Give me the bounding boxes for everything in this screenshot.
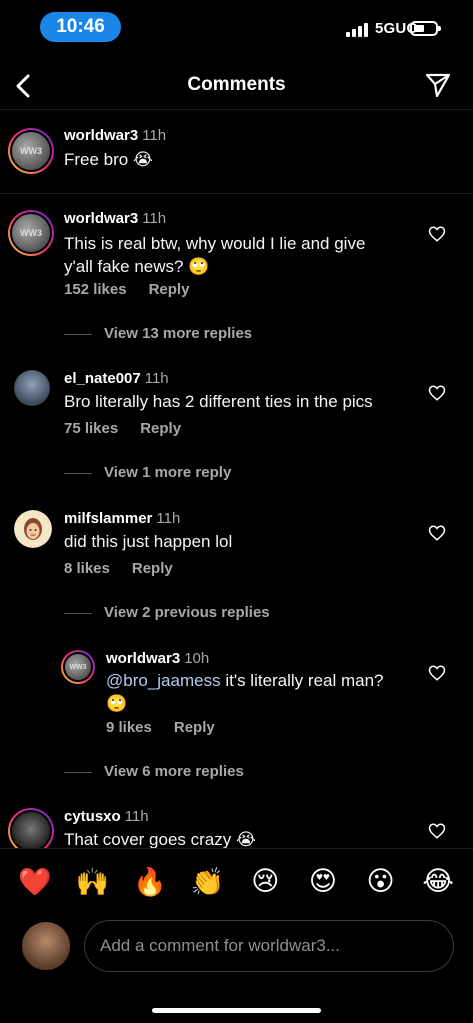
comment-username[interactable]: worldwar3 11h — [64, 210, 166, 227]
heart-icon[interactable] — [428, 384, 446, 402]
reply-button[interactable]: Reply — [140, 420, 181, 437]
mention-link[interactable]: @bro_jaamess — [106, 671, 221, 690]
reaction-fire[interactable]: 🔥 — [127, 866, 173, 898]
heart-icon[interactable] — [428, 524, 446, 542]
reply-button[interactable]: Reply — [174, 719, 215, 736]
reaction-raising-hands[interactable]: 🙌 — [69, 866, 115, 898]
likes-count[interactable]: 152 likes — [64, 281, 127, 298]
memoji-face-icon — [24, 518, 42, 540]
reaction-clap[interactable]: 👏 — [185, 866, 231, 898]
heart-icon[interactable] — [428, 225, 446, 243]
avatar[interactable] — [14, 510, 52, 548]
comment-meta: 152 likes Reply — [64, 281, 189, 298]
comment-username[interactable]: el_nate007 11h — [64, 370, 169, 387]
reaction-cry[interactable]: 😢 — [242, 866, 288, 897]
reaction-laugh[interactable]: 😂 — [415, 866, 461, 897]
likes-count[interactable]: 75 likes — [64, 420, 118, 437]
reply-button[interactable]: Reply — [132, 560, 173, 577]
quick-reactions-bar: ❤️ 🙌 🔥 👏 😢 😍 😮 😂 — [0, 848, 473, 914]
reply-text: @bro_jaamess it's literally real man? 🙄 — [106, 671, 384, 713]
status-bar: 10:46 5GUC — [0, 0, 473, 56]
view-replies-button[interactable]: View 2 previous replies — [64, 604, 270, 621]
avatar[interactable] — [14, 370, 50, 406]
avatar[interactable]: WW3 — [61, 650, 95, 684]
reaction-heart-eyes[interactable]: 😍 — [300, 866, 346, 897]
comment-text: This is real btw, why would I lie and gi… — [64, 234, 366, 276]
share-button[interactable] — [421, 68, 455, 102]
reply-meta: 9 likes Reply — [106, 719, 215, 736]
header: Comments — [0, 62, 473, 110]
paper-plane-icon — [425, 73, 451, 98]
battery-icon — [410, 21, 441, 36]
avatar[interactable]: WW3 — [8, 128, 54, 174]
comment-text: That cover goes crazy 😭 — [64, 830, 256, 848]
reaction-surprised[interactable]: 😮 — [358, 866, 404, 897]
comments-list[interactable]: WW3 worldwar3 11h Free bro 😭 WW3 worldwar… — [0, 112, 473, 848]
avatar[interactable] — [8, 808, 54, 848]
caption-username[interactable]: worldwar3 11h — [64, 127, 166, 144]
post-caption: WW3 worldwar3 11h Free bro 😭 — [0, 112, 473, 194]
likes-count[interactable]: 9 likes — [106, 719, 152, 736]
status-time[interactable]: 10:46 — [40, 12, 121, 42]
likes-count[interactable]: 8 likes — [64, 560, 110, 577]
reply-button[interactable]: Reply — [149, 281, 190, 298]
comment-input[interactable] — [84, 920, 454, 972]
comment-composer — [0, 914, 473, 984]
page-title: Comments — [187, 74, 286, 95]
heart-icon[interactable] — [428, 664, 446, 682]
view-replies-button[interactable]: View 1 more reply — [64, 464, 231, 481]
comment-text: did this just happen lol — [64, 532, 233, 551]
comment-username[interactable]: cytusxo 11h — [64, 808, 149, 825]
heart-icon[interactable] — [428, 822, 446, 840]
my-avatar — [20, 920, 72, 972]
home-indicator[interactable] — [152, 1008, 321, 1013]
comment-text: Bro literally has 2 different ties in th… — [64, 392, 373, 411]
reply-username[interactable]: worldwar3 10h — [106, 650, 209, 667]
avatar[interactable]: WW3 — [8, 210, 54, 256]
view-replies-button[interactable]: View 6 more replies — [64, 763, 244, 780]
reaction-heart[interactable]: ❤️ — [12, 866, 58, 898]
comment-meta: 8 likes Reply — [64, 560, 173, 577]
comment-username[interactable]: milfslammer 11h — [64, 510, 180, 527]
caption-text: Free bro 😭 — [64, 150, 153, 169]
view-replies-button[interactable]: View 13 more replies — [64, 325, 252, 342]
signal-icon — [346, 23, 368, 37]
comment-meta: 75 likes Reply — [64, 420, 181, 437]
